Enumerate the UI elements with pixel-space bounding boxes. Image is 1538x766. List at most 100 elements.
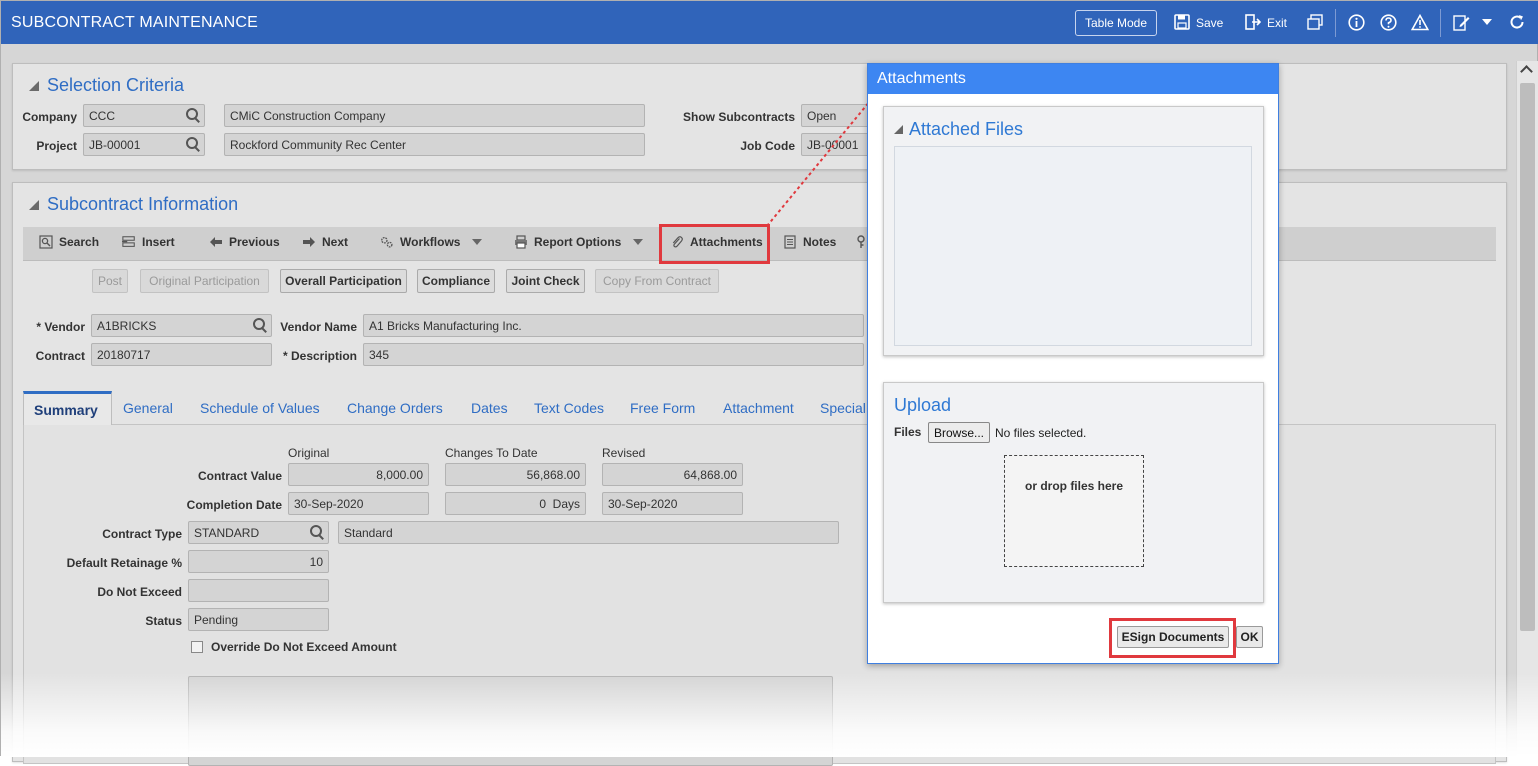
key-icon[interactable] — [854, 235, 868, 249]
upload-section: Upload Files Browse... No files selected… — [883, 382, 1264, 603]
vendor-field[interactable]: A1BRICKS — [91, 314, 272, 337]
compliance-button[interactable]: Compliance — [417, 269, 495, 293]
contract-value-label: Contract Value — [197, 469, 282, 483]
key-glyph — [854, 235, 868, 249]
default-retainage-field[interactable]: 10 — [188, 550, 329, 573]
arrow-right-icon — [302, 235, 316, 249]
tab-free-form[interactable]: Free Form — [620, 391, 705, 425]
attachments-dialog: Attachments Attached Files Upload Files … — [867, 63, 1279, 664]
esign-highlight — [1109, 618, 1236, 658]
header-divider — [1335, 9, 1336, 37]
previous-label: Previous — [229, 235, 280, 249]
report-options-label: Report Options — [534, 235, 622, 249]
copy-from-contract-button[interactable]: Copy From Contract — [595, 269, 719, 293]
search-icon[interactable] — [310, 525, 324, 539]
post-button[interactable]: Post — [92, 269, 128, 293]
original-column-header: Original — [288, 446, 330, 460]
save-label: Save — [1196, 16, 1224, 30]
notes-textarea[interactable] — [188, 676, 833, 766]
completion-date-revised: 30-Sep-2020 — [602, 492, 743, 515]
project-code-value: JB-00001 — [89, 137, 141, 152]
company-label: Company — [22, 110, 77, 124]
original-participation-button[interactable]: Original Participation — [140, 269, 269, 293]
exit-button[interactable]: Exit — [1245, 10, 1287, 36]
chevron-down-icon[interactable] — [472, 239, 483, 245]
tab-attachment[interactable]: Attachment — [713, 391, 804, 425]
upload-title: Upload — [894, 395, 952, 415]
table-mode-button[interactable]: Table Mode — [1075, 10, 1157, 36]
app-window: SUBCONTRACT MAINTENANCE Table Mode Save … — [0, 0, 1538, 766]
default-retainage-label: Default Retainage % — [66, 556, 182, 570]
vendor-name-label: Vendor Name — [280, 320, 357, 334]
tab-schedule-of-values[interactable]: Schedule of Values — [190, 391, 330, 425]
contract-label: Contract — [35, 349, 85, 363]
contract-field[interactable]: 20180717 — [91, 343, 272, 366]
description-field[interactable]: 345 — [363, 343, 864, 366]
contract-type-label: Contract Type — [102, 527, 182, 541]
description-label: * Description — [282, 349, 357, 363]
collapse-triangle-icon — [29, 80, 39, 91]
joint-check-button[interactable]: Joint Check — [506, 269, 585, 293]
tab-change-orders[interactable]: Change Orders — [337, 391, 453, 425]
selection-criteria-header[interactable]: Selection Criteria — [29, 75, 184, 96]
help-icon[interactable] — [1379, 13, 1397, 31]
page-scrollbar[interactable] — [1516, 61, 1538, 757]
exit-label: Exit — [1267, 16, 1288, 30]
chevron-down-icon[interactable] — [633, 239, 644, 245]
arrow-left-icon — [209, 235, 223, 249]
tab-general[interactable]: General — [113, 391, 183, 425]
report-options-button[interactable]: Report Options — [514, 235, 644, 249]
contract-value-original: 8,000.00 — [288, 463, 429, 486]
search-icon[interactable] — [186, 137, 200, 151]
search-label: Search — [59, 235, 100, 249]
search-icon[interactable] — [186, 108, 200, 122]
chevron-down-icon[interactable] — [1478, 13, 1496, 31]
save-button[interactable]: Save — [1174, 10, 1223, 36]
attached-files-title: Attached Files — [909, 119, 1024, 139]
insert-button[interactable]: Insert — [122, 235, 175, 249]
contract-value-revised: 64,868.00 — [602, 463, 743, 486]
completion-date-changes: 0 Days — [445, 492, 586, 515]
completion-date-label: Completion Date — [186, 498, 282, 512]
contract-type-field[interactable]: STANDARD — [188, 521, 329, 544]
notes-icon — [783, 235, 797, 249]
search-button[interactable]: Search — [39, 235, 99, 249]
overall-participation-button[interactable]: Overall Participation — [280, 269, 407, 293]
override-label: Override Do Not Exceed Amount — [211, 640, 397, 654]
subcontract-information-header[interactable]: Subcontract Information — [29, 194, 238, 215]
ok-button[interactable]: OK — [1236, 626, 1263, 648]
override-checkbox[interactable] — [191, 641, 203, 653]
attached-files-list[interactable] — [894, 146, 1252, 346]
scroll-up-icon[interactable] — [1520, 65, 1533, 78]
workflows-button[interactable]: Workflows — [380, 235, 483, 249]
completion-date-original[interactable]: 30-Sep-2020 — [288, 492, 429, 515]
attached-files-header[interactable]: Attached Files — [894, 119, 1023, 140]
drop-zone[interactable]: or drop files here — [1004, 455, 1144, 567]
scroll-thumb[interactable] — [1520, 83, 1535, 631]
status-label: Status — [145, 614, 182, 628]
company-code-field[interactable]: CCC — [83, 104, 205, 127]
revised-column-header: Revised — [602, 446, 646, 460]
drop-zone-text: or drop files here — [1024, 479, 1124, 493]
notes-button[interactable]: Notes — [783, 235, 836, 249]
info-icon[interactable] — [1347, 13, 1365, 31]
tab-dates[interactable]: Dates — [461, 391, 518, 425]
browse-button[interactable]: Browse... — [928, 422, 991, 443]
warning-icon[interactable] — [1411, 13, 1429, 31]
previous-button[interactable]: Previous — [209, 235, 280, 249]
search-icon[interactable] — [253, 318, 267, 332]
project-code-field[interactable]: JB-00001 — [83, 133, 205, 156]
do-not-exceed-field[interactable] — [188, 579, 329, 602]
tab-text-codes[interactable]: Text Codes — [524, 391, 614, 425]
app-header: SUBCONTRACT MAINTENANCE Table Mode Save … — [1, 1, 1538, 44]
copy-window-icon[interactable] — [1306, 13, 1324, 31]
edit-icon[interactable] — [1452, 13, 1470, 31]
tab-summary[interactable]: Summary — [23, 391, 112, 425]
panel-title: Selection Criteria — [47, 75, 185, 95]
refresh-icon[interactable] — [1508, 13, 1526, 31]
collapse-triangle-icon — [894, 125, 903, 134]
job-code-label: Job Code — [740, 139, 795, 153]
save-icon — [1174, 13, 1190, 33]
attached-files-section: Attached Files — [883, 106, 1264, 356]
next-button[interactable]: Next — [302, 235, 348, 249]
